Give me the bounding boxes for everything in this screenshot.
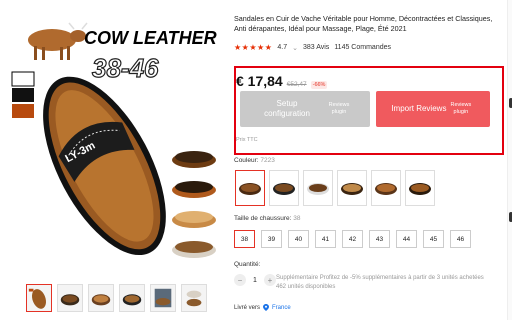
size-option-40[interactable]: 40 <box>288 230 309 248</box>
brand-banner: COW LEATHER <box>84 28 217 48</box>
thumbnail-2[interactable] <box>57 284 83 312</box>
import-reviews-button[interactable]: Import Reviews Reviews plugin <box>376 91 490 127</box>
cow-icon <box>28 22 88 60</box>
size-label: Taille de chaussure: 38 <box>234 215 301 222</box>
price-row: € 17,84 €52,47 -66% <box>236 73 328 89</box>
sandal-illustration: COW LEATHER 38-46 LY-3m <box>11 22 217 258</box>
thumbnail-6[interactable] <box>181 284 207 312</box>
quantity-stepper: − 1 + <box>234 274 276 286</box>
size-range-text: 38-46 <box>92 53 159 83</box>
chip-brown <box>12 104 34 118</box>
quantity-plus-button[interactable]: + <box>264 274 276 286</box>
size-option-38[interactable]: 38 <box>234 230 255 248</box>
setup-button-label: Setup configuration <box>264 99 310 118</box>
reviews-count[interactable]: 383 Avis <box>303 44 329 51</box>
size-option-46[interactable]: 46 <box>450 230 471 248</box>
size-option-43[interactable]: 43 <box>369 230 390 248</box>
color-swatch-2[interactable] <box>269 170 299 206</box>
import-button-label: Import Reviews <box>391 104 447 113</box>
product-main-image[interactable]: COW LEATHER 38-46 LY-3m <box>8 14 222 274</box>
thumbnail-3[interactable] <box>88 284 114 312</box>
rating-chevron-down-icon[interactable]: ⌄ <box>292 44 298 52</box>
size-option-41[interactable]: 41 <box>315 230 336 248</box>
thumbnail-1[interactable] <box>26 284 52 312</box>
orders-count: 1145 Commandes <box>334 44 391 51</box>
color-label: Couleur: 7223 <box>234 157 275 164</box>
size-option-42[interactable]: 42 <box>342 230 363 248</box>
color-swatches <box>235 170 435 206</box>
variant-stack <box>172 151 216 258</box>
shipping-country-link[interactable]: France <box>272 305 291 311</box>
color-swatch-4[interactable] <box>337 170 367 206</box>
size-value: 38 <box>293 215 301 222</box>
thumbnail-5[interactable] <box>150 284 176 312</box>
right-edge-panel <box>507 0 512 320</box>
tax-note: Prix TTC <box>236 137 258 143</box>
color-value: 7223 <box>260 157 275 164</box>
quantity-value[interactable]: 1 <box>250 277 260 284</box>
shipping-label: Livré vers <box>234 304 261 311</box>
color-swatch-5[interactable] <box>371 170 401 206</box>
star-icon: ★★★★★ <box>234 43 273 52</box>
import-button-sublabel: Reviews plugin <box>450 102 472 115</box>
rating-value: 4.7 <box>277 44 288 51</box>
quantity-label: Quantité: <box>234 261 261 268</box>
color-swatch-3[interactable] <box>303 170 333 206</box>
bulk-discount-note: Supplémentaire Profitez de -5% supplémen… <box>276 275 484 281</box>
size-options: 38 39 40 41 42 43 44 45 46 <box>234 230 471 248</box>
setup-button-sublabel: Reviews plugin <box>328 102 350 115</box>
color-label-text: Couleur: <box>234 157 259 164</box>
size-option-45[interactable]: 45 <box>423 230 444 248</box>
chip-black <box>12 88 34 102</box>
size-option-39[interactable]: 39 <box>261 230 282 248</box>
size-option-44[interactable]: 44 <box>396 230 417 248</box>
current-price: € 17,84 <box>236 73 283 89</box>
discount-badge: -66% <box>310 81 328 89</box>
quantity-minus-button[interactable]: − <box>234 274 246 286</box>
quantity-info: Supplémentaire Profitez de -5% supplémen… <box>276 274 500 292</box>
rating-row: ★★★★★ 4.7 ⌄ 383 Avis 1145 Commandes <box>234 43 391 52</box>
sandal-main <box>43 76 166 256</box>
thumbnail-4[interactable] <box>119 284 145 312</box>
stock-available: 462 unités disponibles <box>276 284 336 290</box>
setup-configuration-button[interactable]: Setup configuration Reviews plugin <box>240 91 370 127</box>
thumbnail-strip <box>26 284 207 312</box>
color-swatch-6[interactable] <box>405 170 435 206</box>
shipping-row: Livré vers France <box>234 304 291 311</box>
color-swatch-1[interactable] <box>235 170 265 206</box>
pin-icon <box>263 304 270 311</box>
chip-white <box>11 71 35 87</box>
product-title: Sandales en Cuir de Vache Véritable pour… <box>234 14 493 33</box>
size-label-text: Taille de chaussure: <box>234 215 292 222</box>
original-price: €52,47 <box>286 81 307 88</box>
